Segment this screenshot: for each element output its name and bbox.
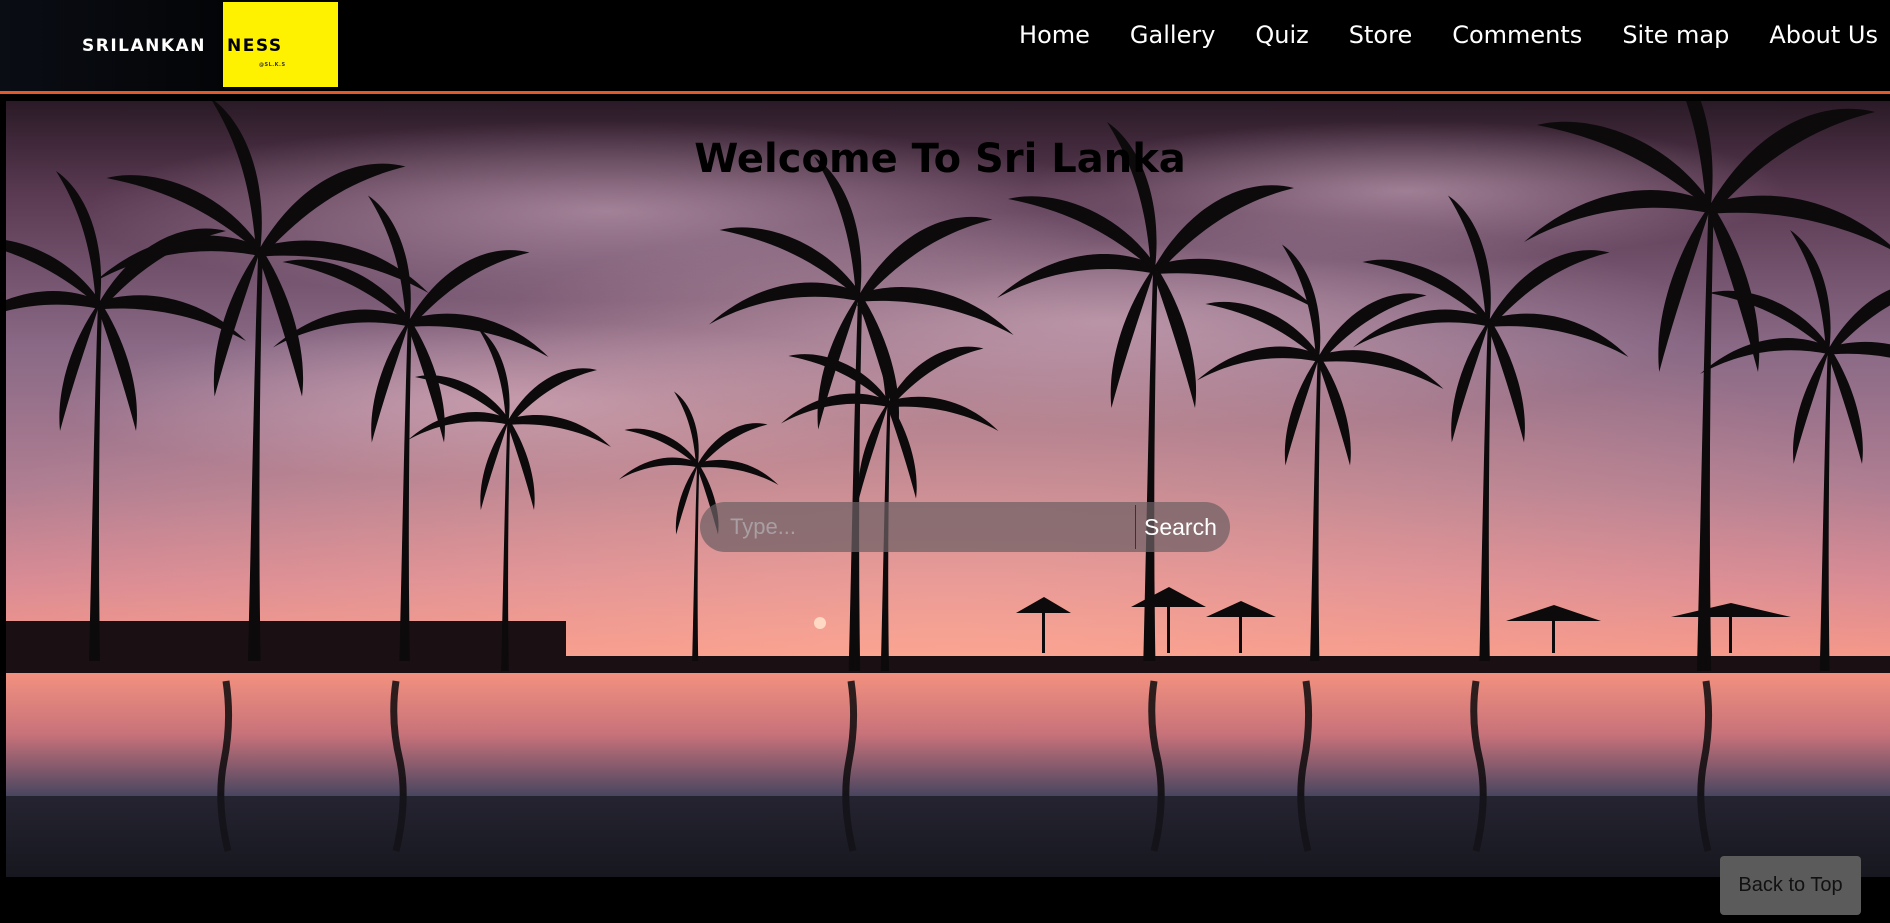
site-header: SRILANKAN NESS @SL.K.S Home Gallery Quiz… xyxy=(0,0,1890,91)
logo-yellow-box: NESS @SL.K.S xyxy=(223,2,338,87)
nav-comments[interactable]: Comments xyxy=(1452,21,1582,49)
nav-home[interactable]: Home xyxy=(1019,21,1090,49)
logo-text-box: NESS xyxy=(227,36,283,56)
logo-text-left: SRILANKAN xyxy=(82,36,206,56)
nav-store[interactable]: Store xyxy=(1349,21,1412,49)
back-to-top-button[interactable]: Back to Top xyxy=(1720,856,1861,915)
nav-about-us[interactable]: About Us xyxy=(1769,21,1878,49)
main-nav: Home Gallery Quiz Store Comments Site ma… xyxy=(1019,20,1878,50)
search-input[interactable] xyxy=(700,502,1134,552)
nav-gallery[interactable]: Gallery xyxy=(1130,21,1215,49)
header-divider xyxy=(0,91,1890,94)
nav-quiz[interactable]: Quiz xyxy=(1255,21,1308,49)
nav-site-map[interactable]: Site map xyxy=(1622,21,1729,49)
hero-image xyxy=(6,101,1890,877)
sunset-palm-scene xyxy=(6,101,1890,877)
search-button[interactable]: Search xyxy=(1136,502,1230,552)
site-logo[interactable]: SRILANKAN NESS @SL.K.S xyxy=(82,2,338,87)
page-title: Welcome To Sri Lanka xyxy=(0,136,1890,182)
search-bar: Search xyxy=(700,502,1230,552)
logo-text-sub: @SL.K.S xyxy=(259,62,286,68)
page-title-text: Welcome To Sri Lanka xyxy=(694,136,1186,182)
page: SRILANKAN NESS @SL.K.S Home Gallery Quiz… xyxy=(0,0,1890,923)
